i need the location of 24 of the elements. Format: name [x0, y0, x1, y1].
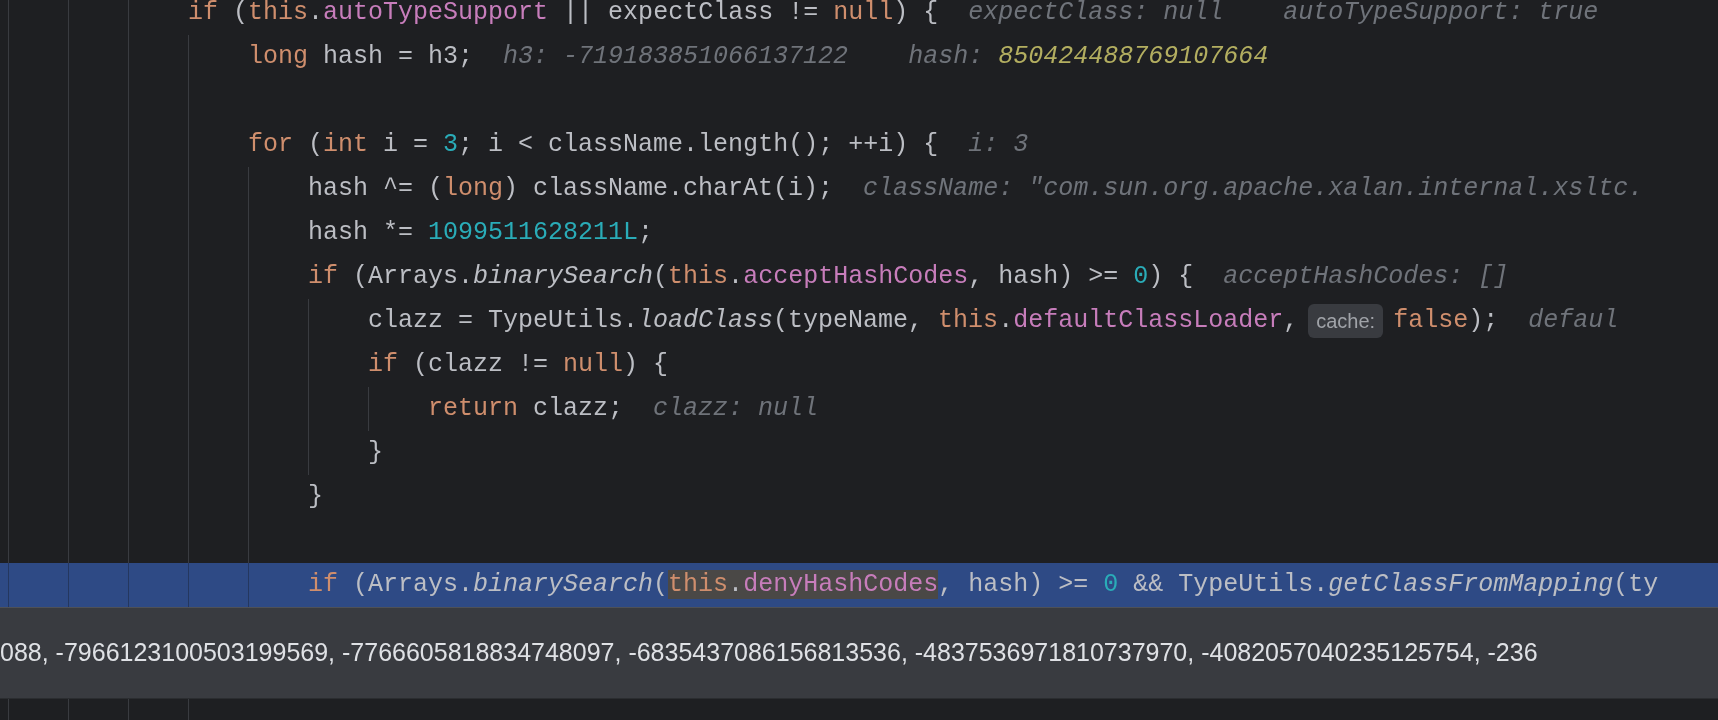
- code-text: false);: [1393, 305, 1499, 338]
- inline-value-hint: autoTypeSupport: true: [1283, 0, 1599, 30]
- code-text: long hash = h3;: [248, 41, 474, 74]
- code-text: }: [368, 437, 383, 470]
- inline-value-hint: acceptHashCodes: []: [1223, 261, 1509, 294]
- inline-value-hint: hash: 850424488769107664: [908, 41, 1269, 74]
- value-popup: 088, -7966123100503199569, -7766605818834748097, -6835437086156813536, -4837536971810737970, -4082057040235125754, -236: [0, 607, 1718, 699]
- inline-value-hint: h3: -719183851066137122: [503, 41, 849, 74]
- code-text: clazz = TypeUtils.loadClass(typeName, this.defaultClassLoader,: [368, 305, 1299, 338]
- code-text: for (int i = 3; i < className.length(); ++i) {: [248, 129, 939, 162]
- code-text: }: [308, 481, 323, 514]
- code-text: if (clazz != null) {: [368, 349, 669, 382]
- code-text: if (Arrays.binarySearch(this.acceptHashCodes, hash) >= 0) {: [308, 261, 1194, 294]
- inline-value-hint: className: "com.sun.org.apache.xalan.internal.xsltc.: [863, 173, 1644, 206]
- code-text: hash ^= (long) className.charAt(i);: [308, 173, 834, 206]
- parameter-hint: cache:: [1308, 304, 1384, 338]
- inline-value-hint: expectClass: null: [968, 0, 1224, 30]
- inline-value-hint: i: 3: [968, 129, 1029, 162]
- inline-value-hint: clazz: null: [653, 393, 819, 426]
- code-text: hash *= 1099511628211L;: [308, 217, 654, 250]
- code-text: return clazz;: [428, 393, 624, 426]
- code-text: if (this.autoTypeSupport || expectClass != null) {: [188, 0, 939, 30]
- code-text: if (Arrays.binarySearch(this.denyHashCodes, hash) >= 0 && TypeUtils.getClassFromMapping(ty: [308, 569, 1659, 602]
- inline-value-hint: defaul: [1528, 305, 1619, 338]
